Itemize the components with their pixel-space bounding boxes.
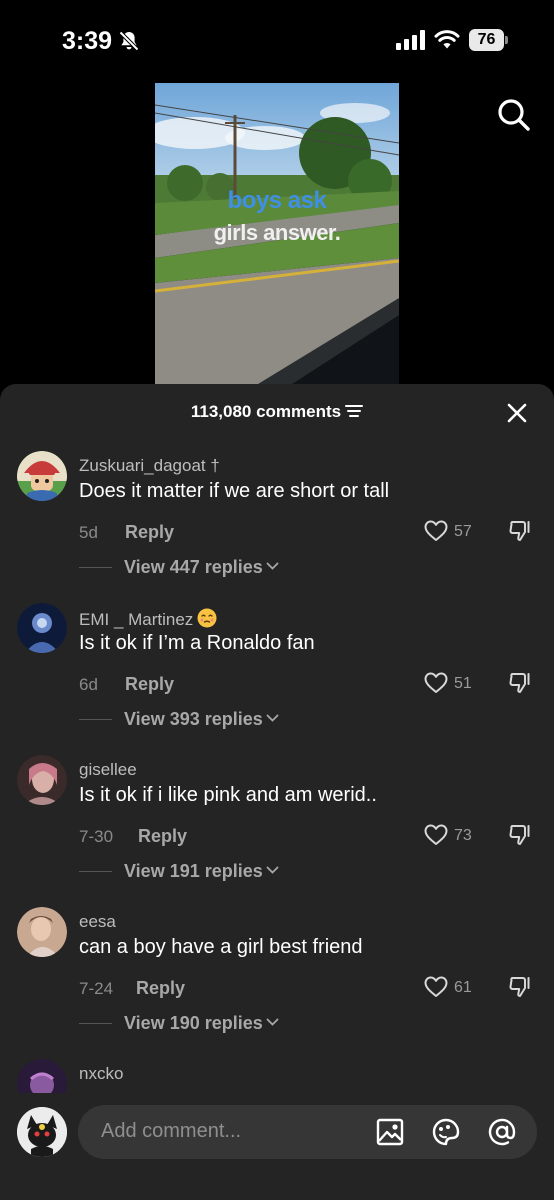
- comment-text: Is it ok if I’m a Ronaldo fan: [79, 632, 315, 654]
- comment-count: 113,080 comments: [190, 402, 342, 421]
- chevron-down-icon: [266, 1018, 279, 1026]
- heart-icon[interactable]: [424, 520, 448, 542]
- battery-icon: 76: [469, 29, 509, 51]
- comment-username[interactable]: nxcko: [79, 1064, 123, 1084]
- view-replies-button[interactable]: View 191 replies: [124, 861, 279, 882]
- replies-divider: [79, 1023, 112, 1024]
- sticker-icon[interactable]: [431, 1117, 461, 1147]
- comment-item: gisellee Is it ok if i like pink and am …: [0, 755, 554, 905]
- avatar[interactable]: [17, 907, 67, 957]
- comments-sheet: 113,080 comments Zuskuari_dagoat † Does …: [0, 384, 554, 1200]
- heart-icon[interactable]: [424, 976, 448, 998]
- status-bar: 3:39 76: [0, 0, 554, 84]
- like-count: 57: [454, 523, 472, 540]
- replies-divider: [79, 567, 112, 568]
- comment-time: 5d: [79, 523, 98, 542]
- reply-button[interactable]: Reply: [138, 826, 187, 847]
- comment-time: 7-24: [79, 979, 114, 998]
- thumbs-down-icon[interactable]: [508, 975, 532, 999]
- chevron-down-icon: [266, 562, 279, 570]
- battery-level: 76: [469, 29, 504, 51]
- view-replies-label: View 191 replies: [124, 861, 263, 881]
- wifi-icon: [434, 30, 460, 49]
- sort-lines-icon[interactable]: [345, 404, 364, 418]
- chevron-down-icon: [266, 714, 279, 722]
- view-replies-label: View 447 replies: [124, 557, 263, 577]
- image-icon[interactable]: [376, 1118, 404, 1146]
- like-count: 61: [454, 979, 472, 996]
- avatar[interactable]: [17, 755, 67, 805]
- view-replies-label: View 190 replies: [124, 1013, 263, 1033]
- status-time: 3:39: [62, 27, 113, 55]
- comment-item: Zuskuari_dagoat † Does it matter if we a…: [0, 451, 554, 601]
- comment-time: 7-30: [79, 827, 114, 846]
- view-replies-button[interactable]: View 393 replies: [124, 709, 279, 730]
- reply-button[interactable]: Reply: [136, 978, 185, 999]
- comment-username-text: EMI _ Martinez: [79, 610, 194, 629]
- mention-icon[interactable]: [487, 1117, 517, 1147]
- avatar[interactable]: [17, 1107, 67, 1157]
- view-replies-label: View 393 replies: [124, 709, 263, 729]
- thumbs-down-icon[interactable]: [508, 823, 532, 847]
- comment-item: EMI _ Martinez Is it ok if I’m a Ronaldo…: [0, 603, 554, 753]
- view-replies-button[interactable]: View 447 replies: [124, 557, 279, 578]
- view-replies-button[interactable]: View 190 replies: [124, 1013, 279, 1034]
- comment-count-row[interactable]: 113,080 comments: [0, 402, 554, 422]
- close-icon[interactable]: [506, 402, 528, 424]
- comment-username[interactable]: EMI _ Martinez: [79, 608, 217, 630]
- comment-text: Does it matter if we are short or tall: [79, 480, 390, 502]
- replies-divider: [79, 719, 112, 720]
- comment-username[interactable]: eesa: [79, 912, 116, 932]
- comment-item: eesa can a boy have a girl best friend 7…: [0, 907, 554, 1057]
- video-overlay-line-1: boys ask: [227, 187, 327, 214]
- comment-text: can a boy have a girl best friend: [79, 936, 363, 958]
- comments-header: 113,080 comments: [0, 384, 554, 440]
- avatar[interactable]: [17, 603, 67, 653]
- comment-input-bar: Add comment...: [0, 1093, 554, 1200]
- chevron-down-icon: [266, 866, 279, 874]
- comment-text: Is it ok if i like pink and am werid..: [79, 784, 377, 806]
- heart-icon[interactable]: [424, 824, 448, 846]
- bell-slash-icon: [119, 31, 139, 51]
- reply-button[interactable]: Reply: [125, 674, 174, 695]
- like-count: 51: [454, 675, 472, 692]
- comment-input-placeholder: Add comment...: [101, 1120, 242, 1142]
- thumbs-down-icon[interactable]: [508, 519, 532, 543]
- comment-input[interactable]: Add comment...: [78, 1105, 537, 1159]
- video-overlay-line-2: girls answer.: [213, 220, 341, 245]
- cellular-signal-icon: [396, 30, 425, 50]
- like-count: 73: [454, 827, 472, 844]
- video-thumbnail[interactable]: boys ask girls answer.: [155, 83, 399, 395]
- pleading-face-emoji: [197, 608, 217, 628]
- reply-button[interactable]: Reply: [125, 522, 174, 543]
- heart-icon[interactable]: [424, 672, 448, 694]
- search-icon[interactable]: [496, 97, 532, 133]
- comment-username[interactable]: gisellee: [79, 760, 137, 780]
- comment-username[interactable]: Zuskuari_dagoat †: [79, 456, 220, 476]
- thumbs-down-icon[interactable]: [508, 671, 532, 695]
- comment-time: 6d: [79, 675, 98, 694]
- avatar[interactable]: [17, 451, 67, 501]
- battery-tip: [505, 36, 508, 44]
- replies-divider: [79, 871, 112, 872]
